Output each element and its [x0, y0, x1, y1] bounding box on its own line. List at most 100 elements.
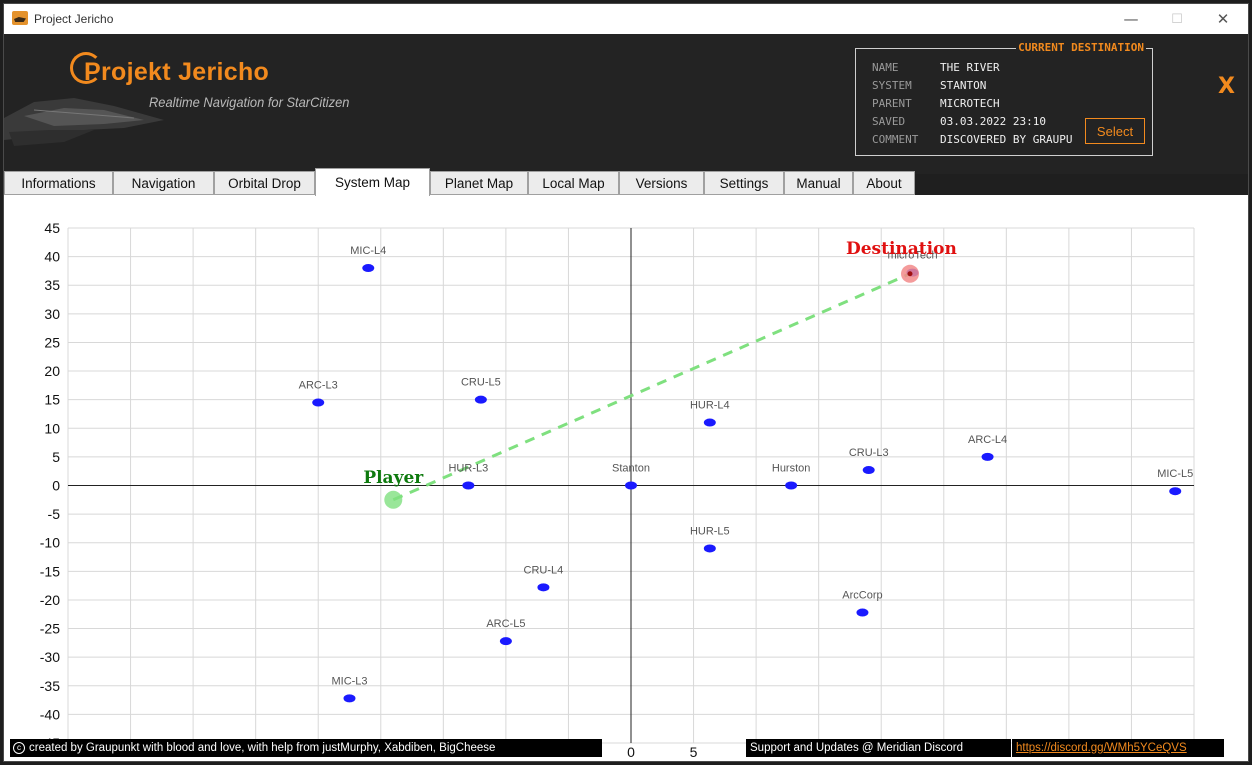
- point-marker: [537, 583, 550, 592]
- point-marker: [856, 608, 869, 617]
- x-tick-label: 0: [627, 744, 635, 760]
- tab-informations[interactable]: Informations: [4, 171, 113, 195]
- minimize-button[interactable]: —: [1108, 4, 1154, 34]
- row-key: SAVED: [872, 115, 906, 128]
- close-window-button[interactable]: ✕: [1200, 4, 1246, 34]
- destination-label: Destination: [846, 239, 957, 259]
- tab-system-map[interactable]: System Map: [315, 168, 430, 196]
- title-bar: Project Jericho — ☐ ✕: [4, 4, 1248, 34]
- point-marker: [362, 264, 375, 273]
- credit-text: created by Graupunkt with blood and love…: [29, 742, 496, 754]
- destination-center: [907, 271, 913, 277]
- select-destination-button[interactable]: Select: [1085, 118, 1145, 144]
- tab-settings[interactable]: Settings: [704, 171, 784, 195]
- point-marker: [981, 452, 994, 461]
- y-tick-label: 35: [44, 277, 60, 293]
- tab-orbital-drop[interactable]: Orbital Drop: [214, 171, 315, 195]
- copyright-icon: c: [13, 742, 25, 754]
- y-tick-label: 0: [52, 478, 60, 494]
- point-label: MIC-L3: [331, 675, 367, 687]
- x-tick-label: 5: [690, 744, 698, 760]
- y-tick-label: 20: [44, 363, 60, 379]
- point-label: CRU-L3: [849, 447, 889, 459]
- point-label: HUR-L5: [690, 525, 730, 537]
- discord-link[interactable]: https://discord.gg/WMh5YCeQVS: [1012, 739, 1224, 757]
- point-label: ARC-L3: [299, 380, 338, 392]
- point-label: ARC-L5: [486, 618, 525, 630]
- tab-versions[interactable]: Versions: [619, 171, 704, 195]
- window-title: Project Jericho: [34, 12, 114, 26]
- row-key: NAME: [872, 61, 899, 74]
- point-marker: [312, 398, 325, 407]
- support-footer: Support and Updates @ Meridian Discord: [746, 739, 1011, 757]
- tab-about[interactable]: About: [853, 171, 915, 195]
- y-tick-label: 10: [44, 420, 60, 436]
- close-overlay-button[interactable]: X: [1218, 74, 1235, 99]
- point-marker: [703, 544, 716, 553]
- player-marker: [384, 490, 403, 509]
- y-tick-label: 30: [44, 306, 60, 322]
- point-label: ArcCorp: [842, 590, 882, 602]
- ship-graphic: [4, 98, 164, 146]
- point-marker: [343, 694, 356, 703]
- point-label: ARC-L4: [968, 434, 1007, 446]
- system-map-panel: 45 40 35 30 25 20 15 10 5 0 -5 -10 -15 -20 -25 -30 -35 -4…: [4, 195, 1248, 762]
- point-label: MIC-L4: [350, 245, 386, 257]
- row-key: PARENT: [872, 97, 912, 110]
- y-tick-label: -5: [48, 506, 61, 522]
- point-marker: [1169, 487, 1182, 496]
- app-header: Projekt Jericho Realtime Navigation for …: [4, 34, 1248, 174]
- y-tick-label: -25: [40, 621, 60, 637]
- tab-manual[interactable]: Manual: [784, 171, 853, 195]
- logo-title: Projekt Jericho: [84, 58, 270, 86]
- point-marker: [499, 637, 512, 646]
- row-key: SYSTEM: [872, 79, 912, 92]
- destination-row-system: SYSTEM STANTON: [872, 79, 986, 92]
- y-tick-label: 5: [52, 449, 60, 465]
- row-value: THE RIVER: [940, 61, 1000, 74]
- point-marker: [474, 395, 487, 404]
- current-destination-panel: CURRENT DESTINATION NAME THE RIVER SYSTEM…: [855, 41, 1153, 156]
- y-tick-label: -30: [40, 649, 60, 665]
- row-value: MICROTECH: [940, 97, 1000, 110]
- y-tick-label: -15: [40, 563, 60, 579]
- y-tick-label: 40: [44, 249, 60, 265]
- point-marker: [625, 481, 637, 490]
- app-window: Project Jericho — ☐ ✕ Projekt Jericho Re…: [3, 3, 1249, 762]
- y-tick-label: -35: [40, 678, 60, 694]
- tab-local-map[interactable]: Local Map: [528, 171, 619, 195]
- point-label: HUR-L3: [448, 463, 488, 475]
- destination-row-parent: PARENT MICROTECH: [872, 97, 1000, 110]
- row-key: COMMENT: [872, 133, 919, 146]
- y-tick-label: -20: [40, 592, 60, 608]
- y-tick-label: 25: [44, 334, 60, 350]
- point-label: Hurston: [772, 463, 811, 475]
- point-marker: [703, 418, 716, 427]
- point-marker: [862, 466, 875, 475]
- point-label: MIC-L5: [1157, 468, 1193, 480]
- y-tick-label: -40: [40, 706, 60, 722]
- point-marker: [462, 481, 475, 490]
- point-label: CRU-L4: [524, 564, 564, 576]
- logo-subtitle: Realtime Navigation for StarCitizen: [149, 94, 350, 110]
- row-value: DISCOVERED BY GRAUPU: [940, 133, 1073, 146]
- maximize-button[interactable]: ☐: [1154, 4, 1200, 34]
- app-icon: [12, 11, 28, 25]
- point-marker: [785, 481, 798, 490]
- y-tick-label: 15: [44, 392, 60, 408]
- y-tick-label: -10: [40, 535, 60, 551]
- destination-row-comment: COMMENT DISCOVERED BY GRAUPU: [872, 133, 1084, 146]
- system-map-chart[interactable]: 45 40 35 30 25 20 15 10 5 0 -5 -10 -15 -20 -25 -30 -35 -4…: [4, 195, 1248, 762]
- y-tick-label: 45: [44, 220, 60, 236]
- tab-navigation[interactable]: Navigation: [113, 171, 214, 195]
- row-value: 03.03.2022 23:10: [940, 115, 1046, 128]
- destination-row-saved: SAVED 03.03.2022 23:10: [872, 115, 1046, 128]
- point-label: CRU-L5: [461, 377, 501, 389]
- destination-legend: CURRENT DESTINATION: [1016, 41, 1146, 54]
- point-label: HUR-L4: [690, 400, 730, 412]
- tab-planet-map[interactable]: Planet Map: [430, 171, 528, 195]
- destination-row-name: NAME THE RIVER: [872, 61, 1000, 74]
- credit-footer: c created by Graupunkt with blood and lo…: [10, 739, 602, 757]
- row-value: STANTON: [940, 79, 987, 92]
- player-label: Player: [363, 468, 424, 488]
